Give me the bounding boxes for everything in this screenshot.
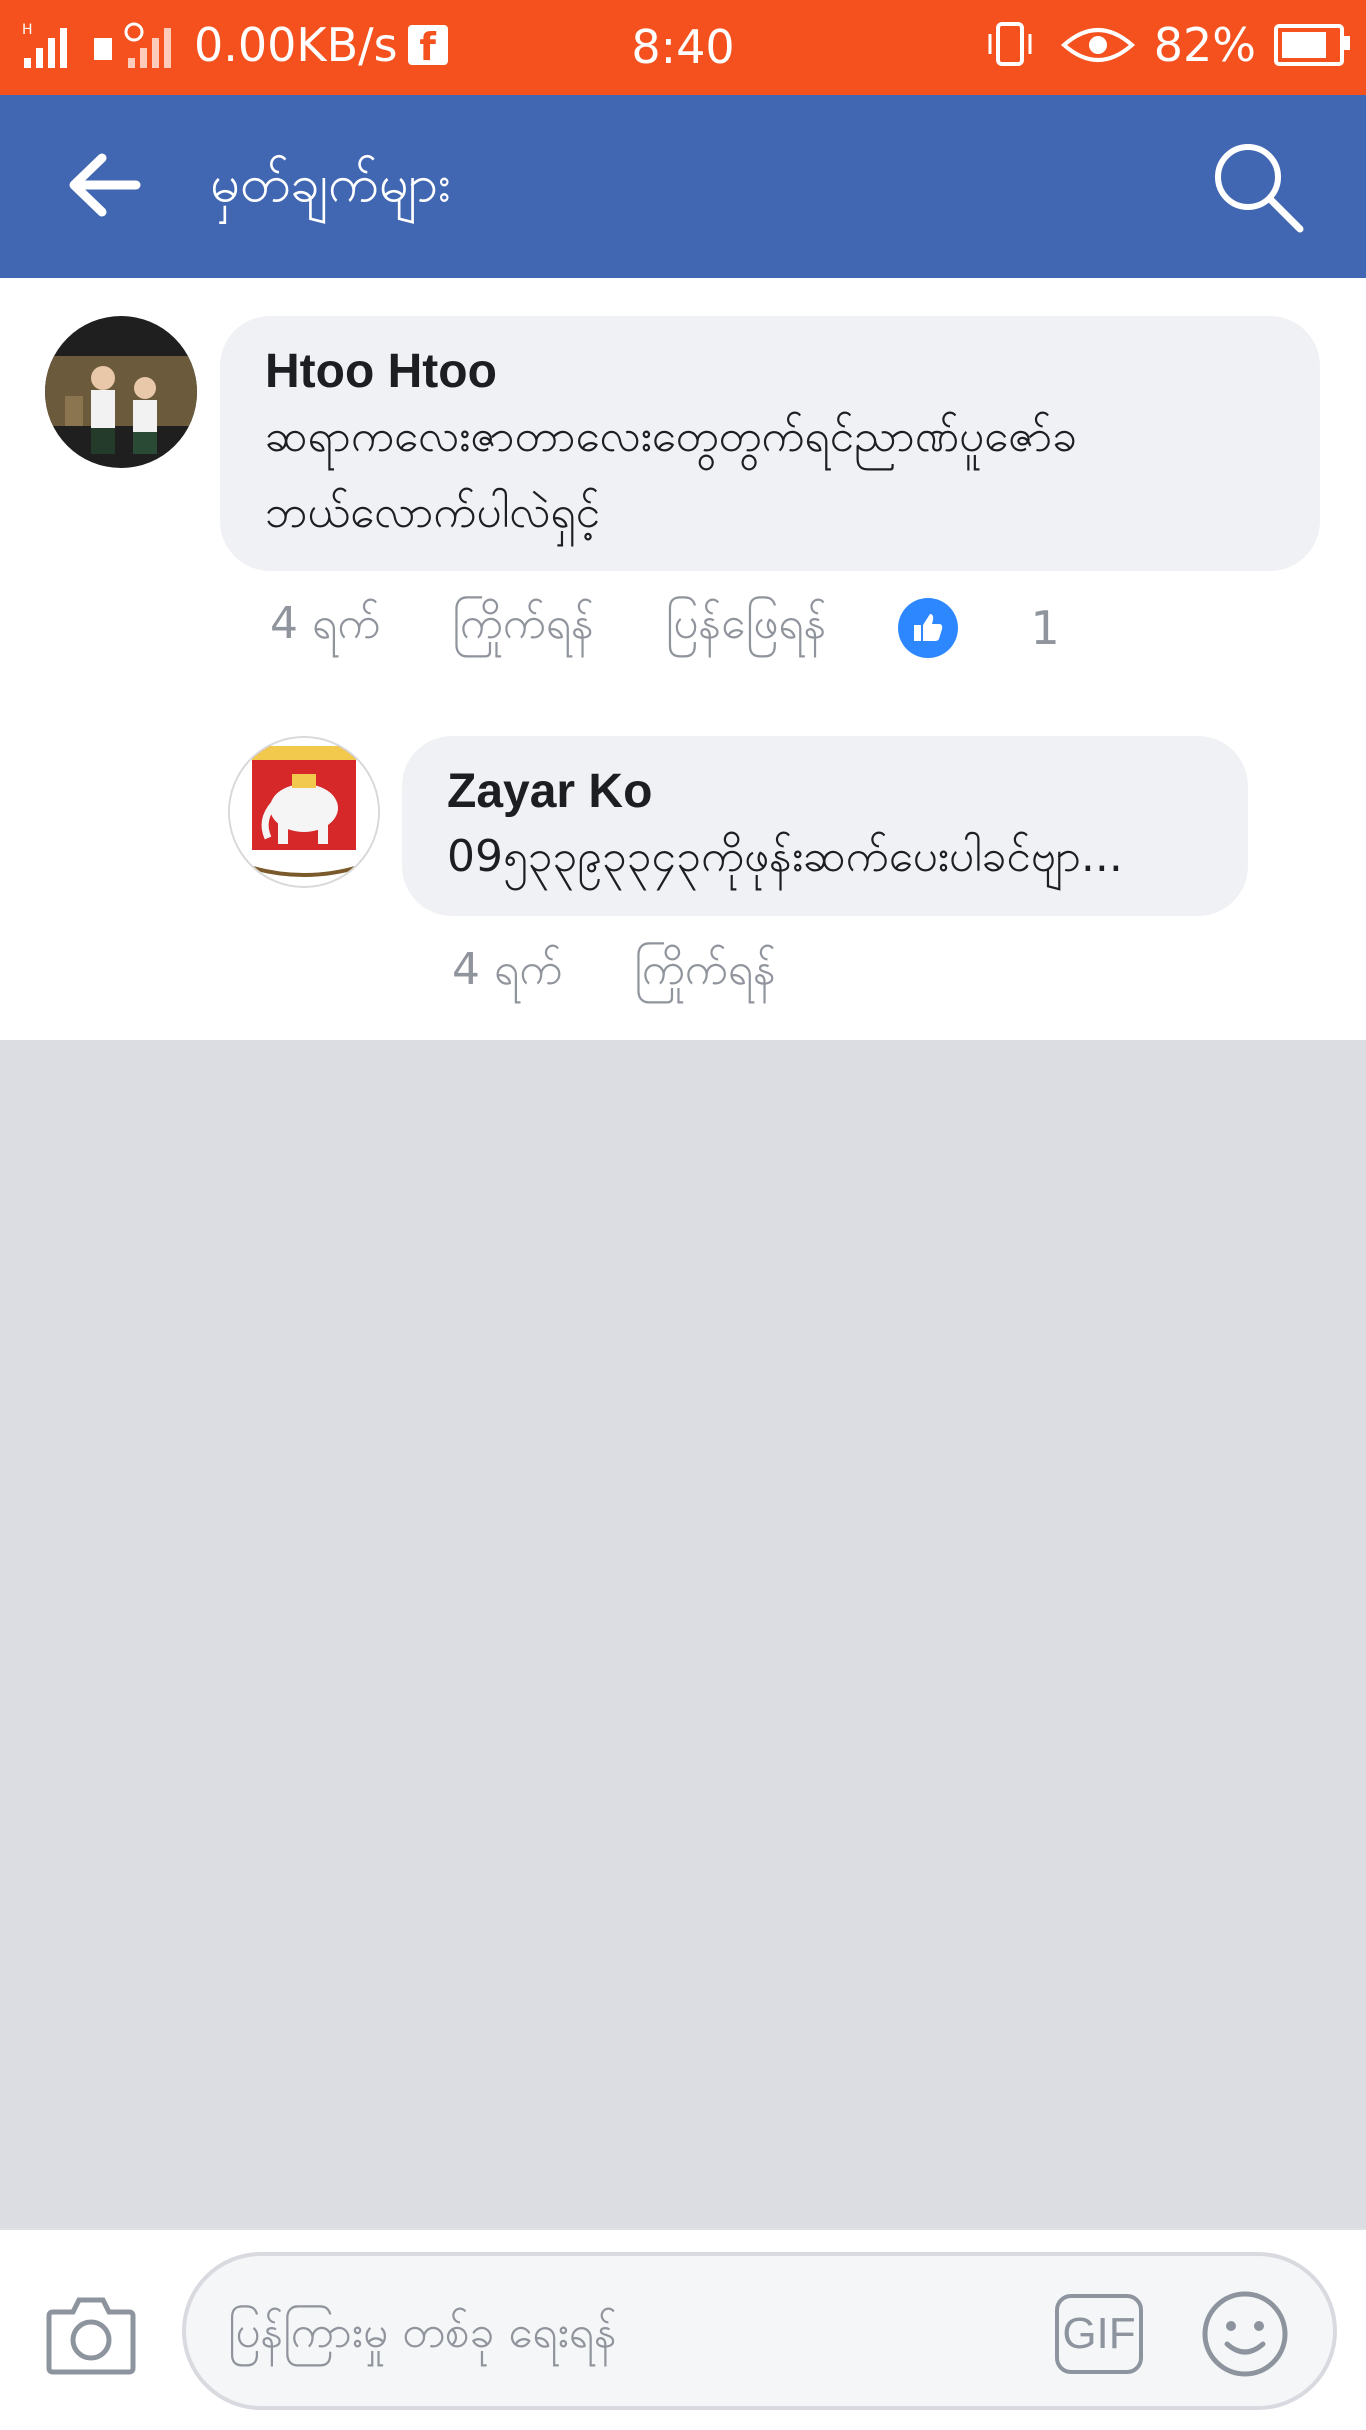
eye-icon <box>1060 28 1135 62</box>
page-title: မှတ်ချက်များ <box>210 154 452 214</box>
avatar[interactable] <box>228 736 380 888</box>
search-icon[interactable] <box>1208 137 1308 237</box>
comment-actions: 4 ရက် ကြိုက်ရန် <box>452 942 848 1006</box>
emoji-icon[interactable] <box>1199 2288 1291 2380</box>
like-link[interactable]: ကြိုက်ရန် <box>634 942 776 1006</box>
comment-time: 4 ရက် <box>452 944 563 995</box>
reply-composer: GIF <box>0 2228 1366 2430</box>
status-bar: H 0.00KB/s f 8:40 82% <box>0 0 1366 95</box>
reply-input-container[interactable]: GIF <box>182 2252 1337 2410</box>
camera-icon[interactable] <box>45 2288 137 2378</box>
comment-actions: 4 ရက် ကြိုက်ရန် ပြန်ဖြေရန် 1 <box>270 596 1132 660</box>
battery-icon <box>1274 24 1350 66</box>
comment-author[interactable]: Htoo Htoo <box>265 344 1275 399</box>
reply-link[interactable]: ပြန်ဖြေရန် <box>666 596 827 660</box>
reply-input[interactable] <box>226 2296 1010 2368</box>
comment-bubble[interactable]: Htoo Htoo ဆရာကလေးဇာတာလေးတွေတွက်ရင်ညာဏ်ပူ… <box>220 316 1320 571</box>
comment-text: ဆရာကလေးဇာတာလေးတွေတွက်ရင်ညာဏ်ပူဇော်ခဘယ်လေ… <box>265 411 1078 538</box>
like-reaction-icon[interactable] <box>898 598 959 658</box>
battery-percent: 82% <box>1153 18 1256 72</box>
comment-text: 09၅၃၃၉၃၃၄၃ကိုဖုန်းဆက်ပေးပါခင်ဗျာ... <box>447 831 1123 882</box>
comment-author[interactable]: Zayar Ko <box>447 764 1203 819</box>
status-right: 82% <box>982 18 1350 72</box>
vibrate-icon <box>988 22 1032 66</box>
avatar[interactable] <box>45 316 197 468</box>
like-link[interactable]: ကြိုက်ရန် <box>452 596 594 660</box>
gif-button[interactable]: GIF <box>1055 2294 1143 2374</box>
back-arrow-icon[interactable] <box>60 140 150 230</box>
like-count: 1 <box>1030 601 1060 655</box>
app-bar: မှတ်ချက်များ <box>0 95 1366 278</box>
comment-time: 4 ရက် <box>270 598 381 649</box>
comment-bubble[interactable]: Zayar Ko 09၅၃၃၉၃၃၄၃ကိုဖုန်းဆက်ပေးပါခင်ဗျ… <box>402 736 1248 916</box>
comments-panel: Htoo Htoo ဆရာကလေးဇာတာလေးတွေတွက်ရင်ညာဏ်ပူ… <box>0 278 1366 1040</box>
